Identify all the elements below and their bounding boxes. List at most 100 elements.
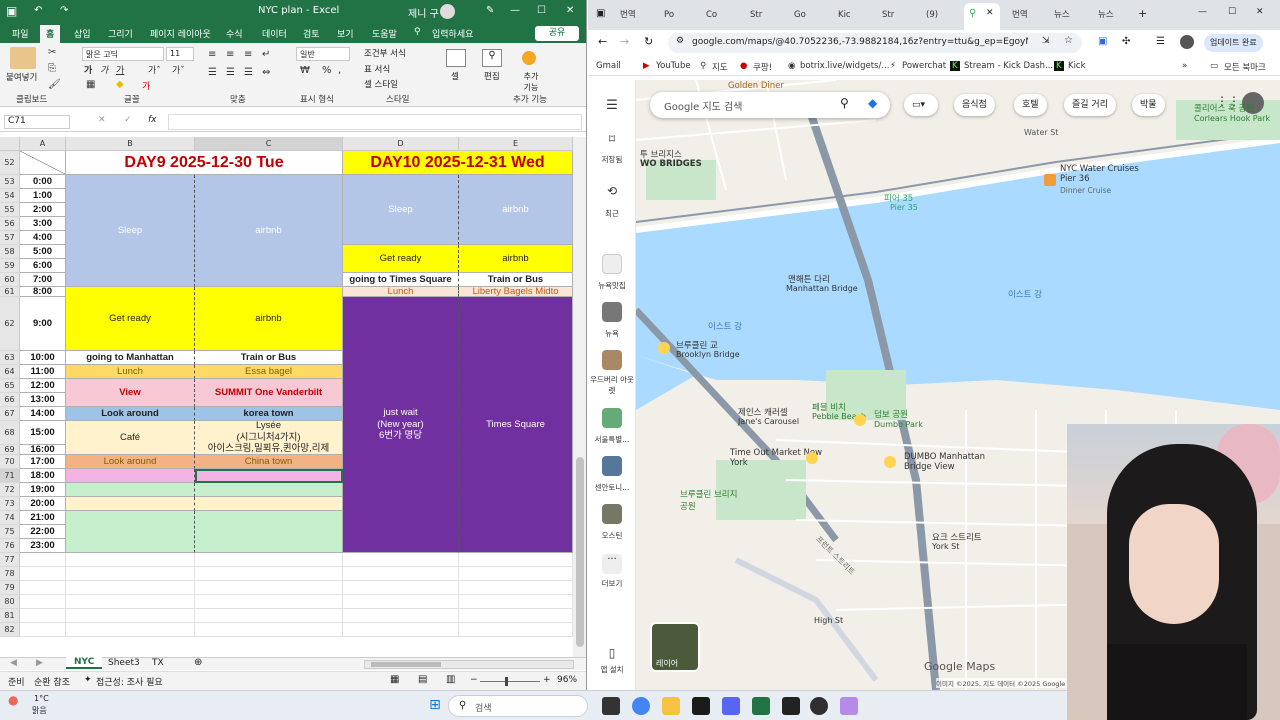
bookmark-star-icon[interactable]: ☆ (1064, 35, 1073, 46)
map-label[interactable]: Dumbo Park (874, 420, 923, 429)
row-header[interactable]: 76 (0, 539, 20, 553)
list-thumb[interactable] (602, 408, 622, 428)
update-button[interactable]: 업데이트 완료 (1204, 34, 1263, 52)
more-bookmarks-icon[interactable]: » (1182, 61, 1187, 71)
row-header[interactable]: 57 (0, 231, 20, 245)
conditional-format-button[interactable]: 조건부 서식 (364, 47, 406, 59)
time-cell[interactable]: 22:00 (20, 525, 66, 539)
excel-icon[interactable] (752, 697, 770, 715)
chip-restaurants[interactable]: 음식점 (954, 94, 995, 116)
zoom-out-icon[interactable]: − (470, 675, 478, 685)
currency-icon[interactable]: ₩ (300, 65, 310, 76)
close-tab-icon[interactable]: ✕ (986, 8, 994, 18)
day9-empty-cell[interactable] (66, 497, 195, 511)
more-label[interactable]: 더보기 (590, 578, 634, 589)
avatar[interactable] (440, 4, 455, 19)
minimize-icon[interactable]: — (510, 5, 520, 16)
row-header[interactable]: 52 (0, 151, 20, 175)
empty-cell[interactable] (459, 595, 573, 609)
cancel-icon[interactable]: ✕ (98, 115, 106, 125)
day9-sleep[interactable]: Sleep (66, 175, 195, 287)
time-cell[interactable]: 4:00 (20, 231, 66, 245)
all-bookmarks[interactable]: 모든 북마크 (1224, 61, 1266, 73)
weather-icon[interactable]: ● (8, 693, 18, 707)
cells-button[interactable]: 셀 (451, 70, 459, 82)
time-cell[interactable]: 17:00 (20, 455, 66, 469)
font-color-icon[interactable]: 가 (142, 79, 150, 92)
chrome-tab[interactable]: Co (706, 5, 742, 25)
more-icon[interactable]: ··· (602, 554, 622, 574)
day9-view-place[interactable]: SUMMIT One Vanderbilt (195, 379, 343, 407)
search-input[interactable]: Google 지도 검색 (664, 98, 742, 113)
day9-empty-cell[interactable] (66, 511, 195, 553)
chrome-tab[interactable]: (9) (926, 5, 962, 25)
empty-cell[interactable] (459, 567, 573, 581)
row-header[interactable]: 68 (0, 421, 20, 445)
row-header[interactable]: 74 (0, 511, 20, 525)
url-text[interactable]: google.com/maps/@40.7052236,-73.9882184,… (692, 37, 1028, 47)
obs-icon[interactable] (810, 697, 828, 715)
paste-icon[interactable] (10, 47, 36, 69)
empty-cell[interactable] (343, 623, 459, 637)
list-thumb[interactable] (602, 504, 622, 524)
time-cell[interactable]: 14:00 (20, 407, 66, 421)
empty-cell[interactable] (195, 581, 343, 595)
chip-layer[interactable]: ▭▾ (904, 94, 938, 116)
app-icon[interactable] (840, 697, 858, 715)
day9-cafe[interactable]: Café (66, 421, 195, 455)
bookmark-coupang[interactable]: 쿠팡! (753, 61, 772, 73)
day9-look[interactable]: Look around (66, 407, 195, 421)
map-label[interactable]: Corlears Hook Park (1194, 114, 1270, 123)
recent-label[interactable]: 최근 (590, 208, 634, 219)
list-thumb[interactable] (602, 456, 622, 476)
row-header[interactable]: 67 (0, 407, 20, 421)
normal-view-icon[interactable]: ▦ (390, 674, 399, 685)
column-header[interactable]: C (195, 137, 343, 151)
taskbar-search[interactable]: ⚲ 검색 (448, 695, 588, 717)
time-cell[interactable]: 0:00 (20, 175, 66, 189)
row-header[interactable]: 66 (0, 393, 20, 407)
weather-temp[interactable]: 1°C (34, 694, 49, 703)
day10-going[interactable]: going to Times Square (343, 273, 459, 287)
comma-icon[interactable]: , (338, 65, 341, 76)
time-cell[interactable]: 23:00 (20, 539, 66, 553)
font-name-select[interactable]: 맑은 고딕 (82, 47, 164, 61)
time-cell[interactable]: 20:00 (20, 497, 66, 511)
bookmark-maps[interactable]: 지도 (712, 61, 728, 73)
chrome-tab[interactable]: 뉴스 (1098, 5, 1134, 25)
empty-cell[interactable] (343, 553, 459, 567)
column-header[interactable]: D (343, 137, 459, 151)
status-circular[interactable]: 순환 참조 (34, 675, 70, 688)
autosave-icon[interactable]: ▣ (6, 4, 17, 18)
tab-help[interactable]: 도움말 (372, 27, 397, 40)
profile-avatar[interactable] (1180, 35, 1194, 49)
chrome-tab[interactable]: 뉴스 (1054, 5, 1090, 25)
day10-lunch-place[interactable]: Liberty Bagels Midto (459, 287, 573, 297)
map-label[interactable]: NYC Water Cruises Pier 36 (1060, 164, 1150, 184)
day9-empty-cell[interactable] (195, 483, 343, 497)
enter-icon[interactable]: ✓ (124, 115, 132, 125)
day9-empty-cell[interactable] (66, 469, 195, 483)
chrome-tab[interactable]: Go (794, 5, 830, 25)
bold-icon[interactable]: 가 (84, 63, 92, 76)
day9-going-how[interactable]: Train or Bus (195, 351, 343, 365)
attraction-icon[interactable] (884, 456, 896, 468)
row-header[interactable]: 61 (0, 287, 20, 297)
puzzle-icon[interactable]: ✣ (1122, 36, 1130, 47)
list-san-antonio[interactable]: 센안토니... (590, 482, 634, 493)
list-thumb[interactable] (602, 254, 622, 274)
list-austin[interactable]: 오스틴 (590, 530, 634, 541)
close-icon[interactable]: ✕ (1256, 7, 1264, 17)
day9-going[interactable]: going to Manhattan (66, 351, 195, 365)
time-cell[interactable]: 11:00 (20, 365, 66, 379)
list-thumb[interactable] (602, 302, 622, 322)
day10-sleep-place[interactable]: airbnb (459, 175, 573, 245)
map-label[interactable]: Pier 35 (890, 203, 918, 212)
day9-lunch-place[interactable]: Essa bagel (195, 365, 343, 379)
copy-icon[interactable]: ⎘ (48, 63, 56, 74)
empty-cell[interactable] (343, 609, 459, 623)
time-cell[interactable]: 3:00 (20, 217, 66, 231)
install-app-label[interactable]: 앱 설치 (590, 664, 634, 675)
hscroll-thumb[interactable] (371, 662, 441, 667)
cell-style-button[interactable]: 셀 스타일 (364, 78, 398, 90)
